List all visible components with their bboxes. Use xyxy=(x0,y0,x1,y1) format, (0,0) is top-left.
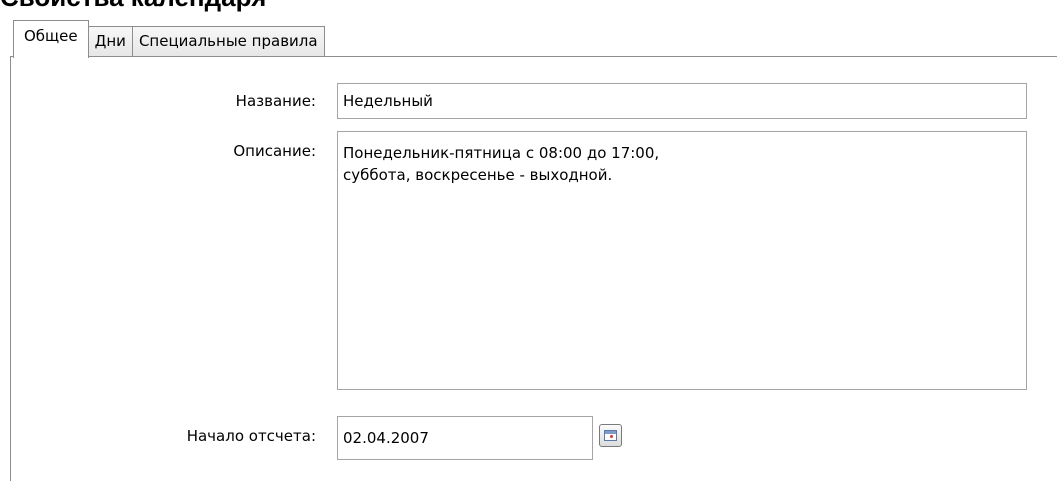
name-label: Название: xyxy=(235,92,316,110)
tab-strip: Общее Дни Специальные правила xyxy=(13,18,325,58)
name-input[interactable]: Недельный xyxy=(337,83,1027,119)
window-heading: Свойства календаря xyxy=(0,0,266,10)
tab-general[interactable]: Общее xyxy=(13,20,89,58)
description-textarea[interactable]: Понедельник-пятница с 08:00 до 17:00, су… xyxy=(337,131,1027,390)
calendar-icon xyxy=(604,430,617,441)
start-date-input[interactable]: 02.04.2007 xyxy=(337,416,593,460)
start-date-label: Начало отсчета: xyxy=(186,427,316,445)
tab-days[interactable]: Дни xyxy=(87,26,133,57)
description-label: Описание: xyxy=(233,142,316,160)
calendar-properties-window: Свойства календаря Общее Дни Специальные… xyxy=(0,0,1057,481)
calendar-picker-button[interactable] xyxy=(599,424,622,447)
tab-special-rules[interactable]: Специальные правила xyxy=(131,26,325,57)
